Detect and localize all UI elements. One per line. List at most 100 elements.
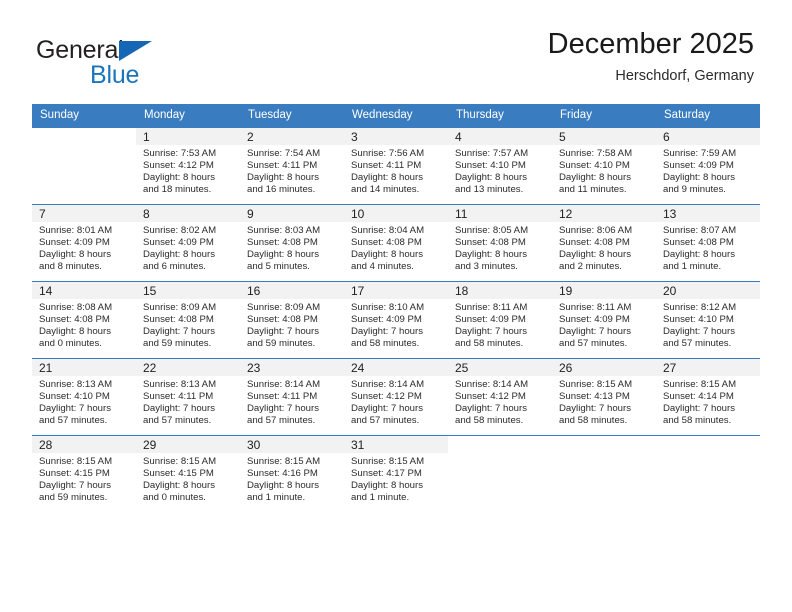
calendar-day-cell[interactable]: 1 Sunrise: 7:53 AM Sunset: 4:12 PM Daylight… [136, 127, 240, 205]
day-number: 21 [32, 359, 136, 376]
calendar-day-cell[interactable]: 4 Sunrise: 7:57 AM Sunset: 4:10 PM Daylight… [448, 127, 552, 205]
calendar-day-cell[interactable]: 11 Sunrise: 8:05 AM Sunset: 4:08 PM Dayligh… [448, 204, 552, 282]
sunrise-text: Sunrise: 8:09 AM [247, 302, 321, 313]
day-sun-info: Sunrise: 8:15 AM Sunset: 4:15 PM Daylight:… [136, 453, 240, 504]
weekday-header-thursday: Thursday [448, 104, 552, 128]
daylight-text-line2: and 2 minutes. [559, 261, 622, 273]
sunrise-text: Sunrise: 8:08 AM [39, 302, 113, 313]
sunrise-text: Sunrise: 8:15 AM [39, 456, 113, 467]
weekday-header-sunday: Sunday [32, 104, 136, 128]
day-number: 26 [552, 359, 656, 376]
page-header: General Blue December 2025 Herschdorf, G… [0, 0, 792, 104]
day-sun-info: Sunrise: 8:15 AM Sunset: 4:14 PM Daylight:… [656, 376, 760, 427]
calendar-day-cell[interactable]: 26 Sunrise: 8:15 AM Sunset: 4:13 PM Dayligh… [552, 358, 656, 436]
sunset-text: Sunset: 4:08 PM [247, 314, 318, 326]
calendar-day-cell[interactable]: 22 Sunrise: 8:13 AM Sunset: 4:11 PM Dayligh… [136, 358, 240, 436]
calendar-day-cell[interactable]: 23 Sunrise: 8:14 AM Sunset: 4:11 PM Dayligh… [240, 358, 344, 436]
daylight-text-line2: and 59 minutes. [143, 338, 212, 350]
calendar-week-row: 28 Sunrise: 8:15 AM Sunset: 4:15 PM Dayligh… [32, 435, 760, 512]
calendar-day-cell[interactable]: 18 Sunrise: 8:11 AM Sunset: 4:09 PM Dayligh… [448, 281, 552, 359]
daylight-text-line1: Daylight: 7 hours [559, 326, 631, 338]
sunset-text: Sunset: 4:08 PM [455, 237, 526, 249]
daylight-text-line1: Daylight: 8 hours [663, 172, 735, 184]
day-number: 23 [240, 359, 344, 376]
day-sun-info: Sunrise: 8:11 AM Sunset: 4:09 PM Daylight:… [552, 299, 656, 350]
calendar-day-cell[interactable]: 12 Sunrise: 8:06 AM Sunset: 4:08 PM Dayligh… [552, 204, 656, 282]
sunrise-text: Sunrise: 7:59 AM [663, 148, 737, 159]
daylight-text-line2: and 11 minutes. [559, 184, 627, 196]
calendar-day-cell[interactable]: 19 Sunrise: 8:11 AM Sunset: 4:09 PM Dayligh… [552, 281, 656, 359]
calendar-day-cell[interactable]: 25 Sunrise: 8:14 AM Sunset: 4:12 PM Dayligh… [448, 358, 552, 436]
daylight-text-line1: Daylight: 8 hours [143, 249, 215, 261]
calendar-day-cell[interactable]: 9 Sunrise: 8:03 AM Sunset: 4:08 PM Daylight… [240, 204, 344, 282]
day-sun-info: Sunrise: 8:04 AM Sunset: 4:08 PM Daylight:… [344, 222, 448, 273]
day-sun-info: Sunrise: 8:08 AM Sunset: 4:08 PM Daylight:… [32, 299, 136, 350]
calendar-day-cell[interactable]: 17 Sunrise: 8:10 AM Sunset: 4:09 PM Dayligh… [344, 281, 448, 359]
daylight-text-line1: Daylight: 8 hours [559, 172, 631, 184]
sunset-text: Sunset: 4:11 PM [143, 391, 214, 403]
calendar-day-cell[interactable]: 6 Sunrise: 7:59 AM Sunset: 4:09 PM Daylight… [656, 127, 760, 205]
calendar-day-cell[interactable]: 21 Sunrise: 8:13 AM Sunset: 4:10 PM Dayligh… [32, 358, 136, 436]
daylight-text-line2: and 16 minutes. [247, 184, 316, 196]
daylight-text-line1: Daylight: 8 hours [247, 480, 319, 492]
day-number: 8 [136, 205, 240, 222]
day-sun-info: Sunrise: 8:09 AM Sunset: 4:08 PM Daylight:… [136, 299, 240, 350]
day-sun-info: Sunrise: 8:14 AM Sunset: 4:11 PM Daylight:… [240, 376, 344, 427]
calendar-day-cell[interactable]: 30 Sunrise: 8:15 AM Sunset: 4:16 PM Dayligh… [240, 435, 344, 512]
sunrise-text: Sunrise: 8:15 AM [663, 379, 737, 390]
calendar-day-cell[interactable]: 2 Sunrise: 7:54 AM Sunset: 4:11 PM Daylight… [240, 127, 344, 205]
daylight-text-line1: Daylight: 8 hours [455, 172, 527, 184]
sunrise-text: Sunrise: 8:15 AM [351, 456, 425, 467]
calendar-day-cell[interactable]: 5 Sunrise: 7:58 AM Sunset: 4:10 PM Daylight… [552, 127, 656, 205]
calendar-day-cell[interactable]: 7 Sunrise: 8:01 AM Sunset: 4:09 PM Daylight… [32, 204, 136, 282]
general-blue-logo[interactable]: General Blue [36, 36, 256, 92]
sunset-text: Sunset: 4:10 PM [39, 391, 110, 403]
sunrise-text: Sunrise: 8:09 AM [143, 302, 217, 313]
day-sun-info: Sunrise: 8:15 AM Sunset: 4:13 PM Daylight:… [552, 376, 656, 427]
day-sun-info: Sunrise: 7:56 AM Sunset: 4:11 PM Daylight:… [344, 145, 448, 196]
daylight-text-line2: and 58 minutes. [351, 338, 420, 350]
day-number: 29 [136, 436, 240, 453]
calendar-day-cell[interactable]: 15 Sunrise: 8:09 AM Sunset: 4:08 PM Dayligh… [136, 281, 240, 359]
day-sun-info: Sunrise: 7:58 AM Sunset: 4:10 PM Daylight:… [552, 145, 656, 196]
calendar-day-cell[interactable]: 13 Sunrise: 8:07 AM Sunset: 4:08 PM Dayligh… [656, 204, 760, 282]
sunset-text: Sunset: 4:11 PM [247, 160, 318, 172]
day-sun-info: Sunrise: 7:57 AM Sunset: 4:10 PM Daylight:… [448, 145, 552, 196]
calendar-day-cell[interactable]: 14 Sunrise: 8:08 AM Sunset: 4:08 PM Dayligh… [32, 281, 136, 359]
sunset-text: Sunset: 4:10 PM [455, 160, 526, 172]
sunrise-text: Sunrise: 8:14 AM [247, 379, 321, 390]
day-number: 18 [448, 282, 552, 299]
day-number: 2 [240, 128, 344, 145]
daylight-text-line2: and 6 minutes. [143, 261, 206, 273]
calendar-cell-empty [552, 435, 656, 512]
calendar-day-cell[interactable]: 27 Sunrise: 8:15 AM Sunset: 4:14 PM Dayligh… [656, 358, 760, 436]
calendar-day-cell[interactable]: 29 Sunrise: 8:15 AM Sunset: 4:15 PM Dayligh… [136, 435, 240, 512]
day-number: 4 [448, 128, 552, 145]
day-number [656, 436, 760, 453]
day-number: 15 [136, 282, 240, 299]
daylight-text-line2: and 4 minutes. [351, 261, 414, 273]
day-number: 16 [240, 282, 344, 299]
daylight-text-line1: Daylight: 8 hours [247, 249, 319, 261]
calendar-day-cell[interactable]: 24 Sunrise: 8:14 AM Sunset: 4:12 PM Dayligh… [344, 358, 448, 436]
sunset-text: Sunset: 4:09 PM [455, 314, 526, 326]
calendar-day-cell[interactable]: 16 Sunrise: 8:09 AM Sunset: 4:08 PM Dayligh… [240, 281, 344, 359]
day-number: 5 [552, 128, 656, 145]
calendar-day-cell[interactable]: 20 Sunrise: 8:12 AM Sunset: 4:10 PM Dayligh… [656, 281, 760, 359]
calendar-day-cell[interactable]: 10 Sunrise: 8:04 AM Sunset: 4:08 PM Dayligh… [344, 204, 448, 282]
sunrise-text: Sunrise: 8:04 AM [351, 225, 425, 236]
day-sun-info: Sunrise: 8:13 AM Sunset: 4:10 PM Daylight:… [32, 376, 136, 427]
sunrise-text: Sunrise: 8:11 AM [455, 302, 528, 313]
daylight-text-line1: Daylight: 7 hours [351, 403, 423, 415]
daylight-text-line2: and 14 minutes. [351, 184, 420, 196]
calendar-day-cell[interactable]: 31 Sunrise: 8:15 AM Sunset: 4:17 PM Dayligh… [344, 435, 448, 512]
daylight-text-line1: Daylight: 8 hours [351, 480, 423, 492]
calendar-day-cell[interactable]: 3 Sunrise: 7:56 AM Sunset: 4:11 PM Daylight… [344, 127, 448, 205]
calendar-week-row: 1 Sunrise: 7:53 AM Sunset: 4:12 PM Daylight… [32, 127, 760, 205]
page-title: December 2025 [547, 28, 754, 60]
sunrise-text: Sunrise: 8:13 AM [143, 379, 217, 390]
sunset-text: Sunset: 4:09 PM [559, 314, 630, 326]
calendar-day-cell[interactable]: 8 Sunrise: 8:02 AM Sunset: 4:09 PM Daylight… [136, 204, 240, 282]
day-number: 3 [344, 128, 448, 145]
calendar-day-cell[interactable]: 28 Sunrise: 8:15 AM Sunset: 4:15 PM Dayligh… [32, 435, 136, 512]
